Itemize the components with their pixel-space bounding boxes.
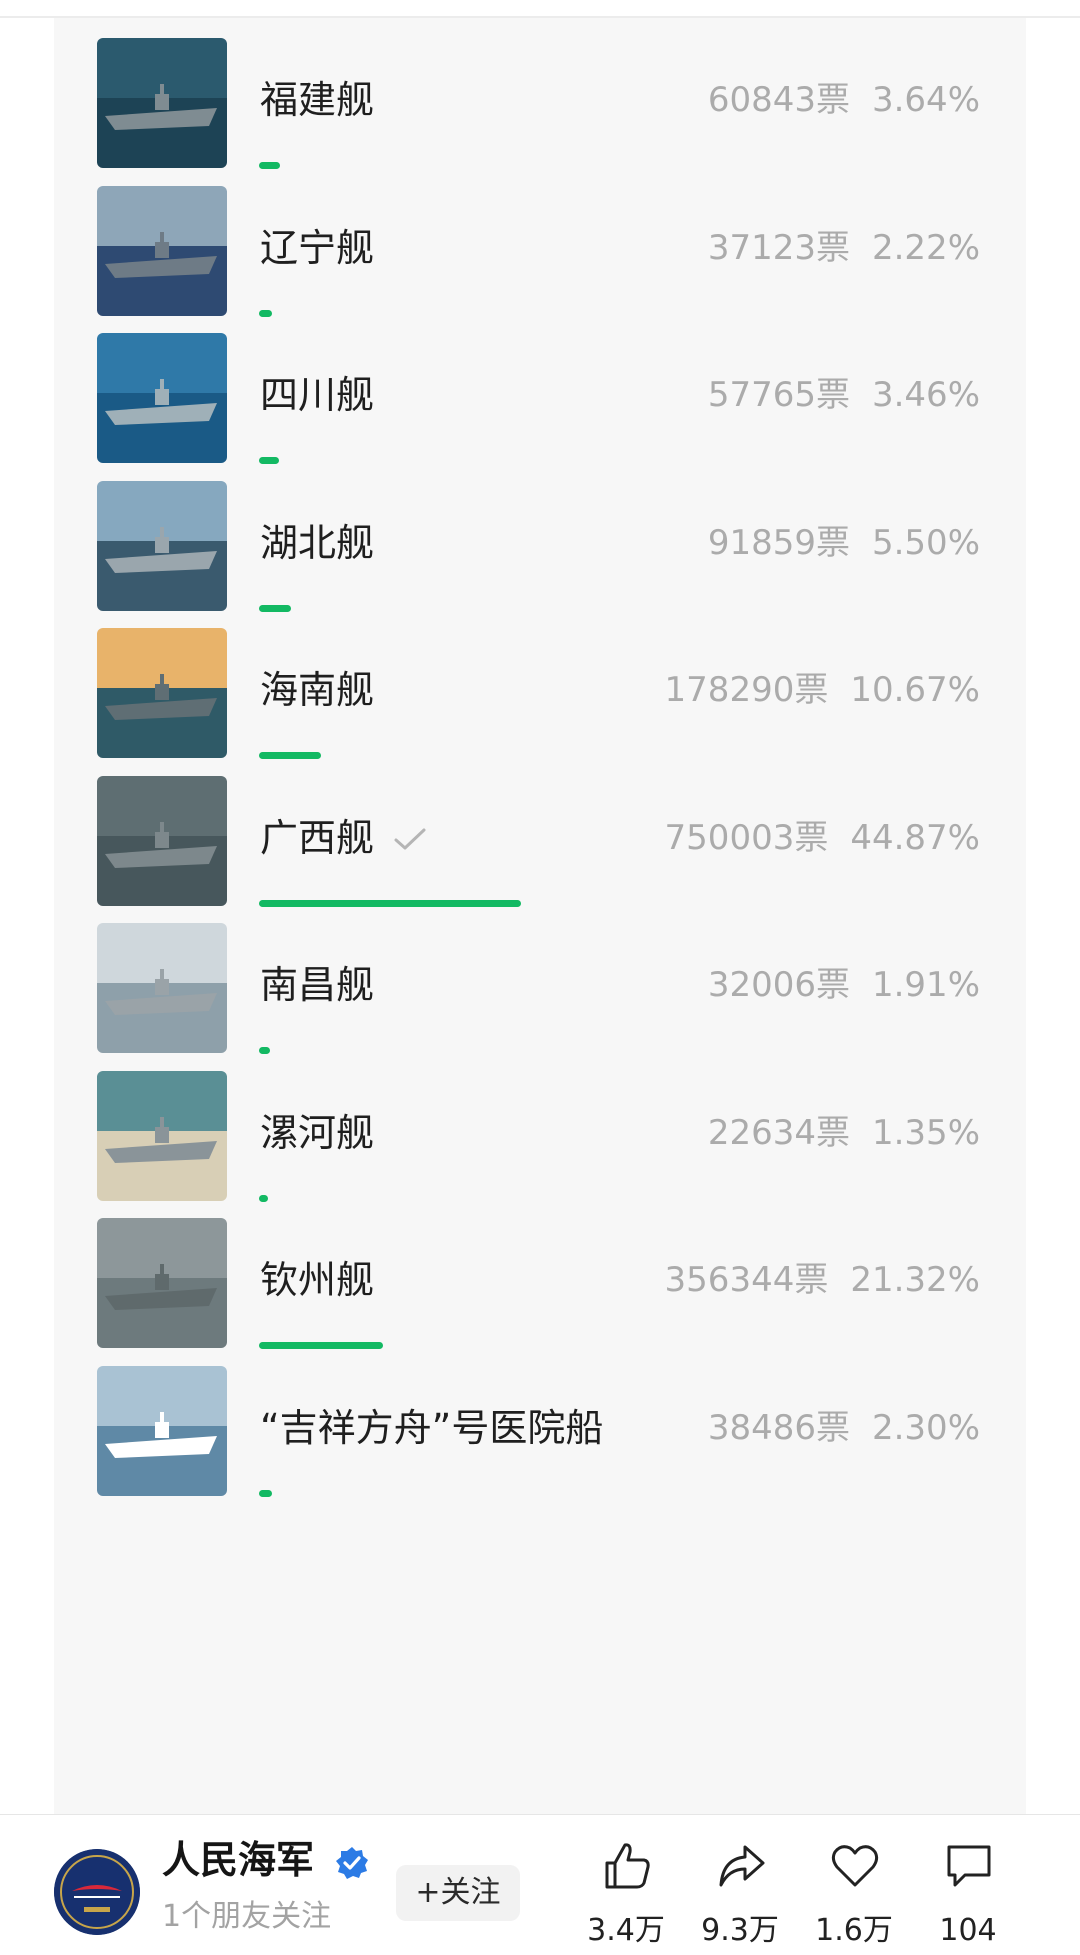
option-name: 湖北舰 bbox=[260, 519, 374, 567]
option-name: 海南舰 bbox=[260, 666, 374, 714]
share-button[interactable]: 9.3万 bbox=[690, 1839, 790, 1955]
vote-percent: 1.35% bbox=[871, 1112, 980, 1153]
vote-percent: 1.91% bbox=[871, 965, 980, 1005]
option-result: 22634票 1.35% bbox=[708, 1111, 980, 1155]
option-name-text: 四川舰 bbox=[260, 373, 375, 417]
heart-icon bbox=[831, 1845, 879, 1887]
option-name: 辽宁舰 bbox=[260, 224, 374, 272]
option-name: 福建舰 bbox=[260, 76, 374, 124]
ship-photo bbox=[97, 1218, 227, 1348]
share-arrow-icon bbox=[719, 1845, 765, 1887]
vote-percent: 3.64% bbox=[871, 80, 980, 120]
vote-count: 750003票 bbox=[664, 817, 829, 858]
vote-percent: 2.22% bbox=[871, 227, 980, 268]
option-result: 38486票 2.30% bbox=[708, 1406, 980, 1450]
option-result: 178290票 10.67% bbox=[665, 668, 980, 712]
option-name: 四川舰 bbox=[260, 371, 374, 419]
like-button[interactable]: 3.4万 bbox=[576, 1839, 676, 1955]
vote-progress-bar bbox=[259, 1489, 272, 1497]
bottom-bar: 人民海军 1个朋友关注 +关注 3.4万 9.3万 1.6万 104 bbox=[0, 1814, 1080, 1955]
option-name: 漯河舰 bbox=[260, 1109, 374, 1157]
option-name-text: 南昌舰 bbox=[260, 963, 375, 1007]
like-count: 3.4万 bbox=[587, 1913, 665, 1948]
favorite-count: 1.6万 bbox=[815, 1913, 893, 1948]
ship-photo bbox=[97, 923, 227, 1053]
share-count: 9.3万 bbox=[701, 1913, 779, 1948]
vote-count: 60843票 bbox=[707, 80, 850, 120]
vote-percent: 44.87% bbox=[850, 817, 980, 858]
option-result: 37123票 2.22% bbox=[708, 226, 980, 270]
comment-button[interactable]: 104 bbox=[918, 1839, 1018, 1955]
option-result: 57765票 3.46% bbox=[708, 373, 980, 417]
vote-percent: 3.46% bbox=[871, 375, 980, 415]
vote-count: 91859票 bbox=[707, 522, 850, 563]
vote-percent: 2.30% bbox=[871, 1407, 980, 1448]
option-name: 钦州舰 bbox=[260, 1256, 374, 1304]
vote-count: 178290票 bbox=[664, 670, 829, 710]
option-name-text: 湖北舰 bbox=[260, 520, 375, 565]
option-name-text: “吉祥方舟”号医院船 bbox=[260, 1405, 604, 1450]
option-name-text: 海南舰 bbox=[260, 668, 375, 712]
ship-photo bbox=[97, 480, 227, 611]
friends-following-text: 1个朋友关注 bbox=[162, 1899, 332, 1934]
ship-photo bbox=[97, 185, 227, 316]
option-result: 32006票 1.91% bbox=[708, 963, 980, 1007]
vote-count: 22634票 bbox=[707, 1112, 850, 1153]
option-result: 356344票 21.32% bbox=[665, 1258, 980, 1302]
ship-photo bbox=[97, 1365, 227, 1496]
option-result: 750003票 44.87% bbox=[665, 816, 980, 860]
account-name[interactable]: 人民海军 bbox=[162, 1835, 314, 1885]
vote-percent: 10.67% bbox=[850, 670, 980, 710]
vote-count: 57765票 bbox=[707, 375, 850, 415]
option-name-text: 广西舰 bbox=[260, 815, 375, 860]
vote-count: 38486票 bbox=[707, 1407, 850, 1448]
ship-photo bbox=[97, 775, 227, 906]
option-name-text: 漯河舰 bbox=[260, 1110, 375, 1155]
option-name-text: 钦州舰 bbox=[260, 1258, 375, 1302]
ship-photo bbox=[97, 38, 227, 168]
checkmark-icon bbox=[392, 816, 428, 864]
vote-count: 356344票 bbox=[664, 1260, 829, 1300]
account-avatar[interactable] bbox=[54, 1849, 140, 1935]
option-name: 南昌舰 bbox=[260, 961, 374, 1009]
vote-percent: 21.32% bbox=[850, 1260, 980, 1300]
follow-button[interactable]: +关注 bbox=[396, 1865, 520, 1921]
option-name-text: 福建舰 bbox=[260, 78, 375, 122]
thumbs-up-icon bbox=[605, 1843, 650, 1889]
ship-photo bbox=[97, 333, 227, 463]
ship-photo bbox=[97, 628, 227, 758]
comment-count: 104 bbox=[939, 1913, 997, 1948]
vote-count: 32006票 bbox=[707, 965, 850, 1005]
vote-percent: 5.50% bbox=[871, 522, 980, 563]
option-name: “吉祥方舟”号医院船 bbox=[260, 1404, 603, 1452]
favorite-button[interactable]: 1.6万 bbox=[804, 1839, 904, 1955]
option-name-text: 辽宁舰 bbox=[260, 225, 375, 270]
poll-option[interactable]: “吉祥方舟”号医院船 38486票 2.30% bbox=[54, 1346, 1026, 1530]
option-name: 广西舰 bbox=[260, 814, 428, 865]
verified-badge-icon bbox=[336, 1847, 368, 1879]
option-result: 60843票 3.64% bbox=[708, 78, 980, 122]
poll-card: 福建舰 60843票 3.64% 辽宁舰 37123票 2.22% 四川舰 57765票 3.4… bbox=[54, 18, 1026, 1814]
vote-count: 37123票 bbox=[707, 227, 850, 268]
option-result: 91859票 5.50% bbox=[708, 521, 980, 565]
ship-photo bbox=[97, 1070, 227, 1201]
comment-bubble-icon bbox=[947, 1845, 991, 1887]
